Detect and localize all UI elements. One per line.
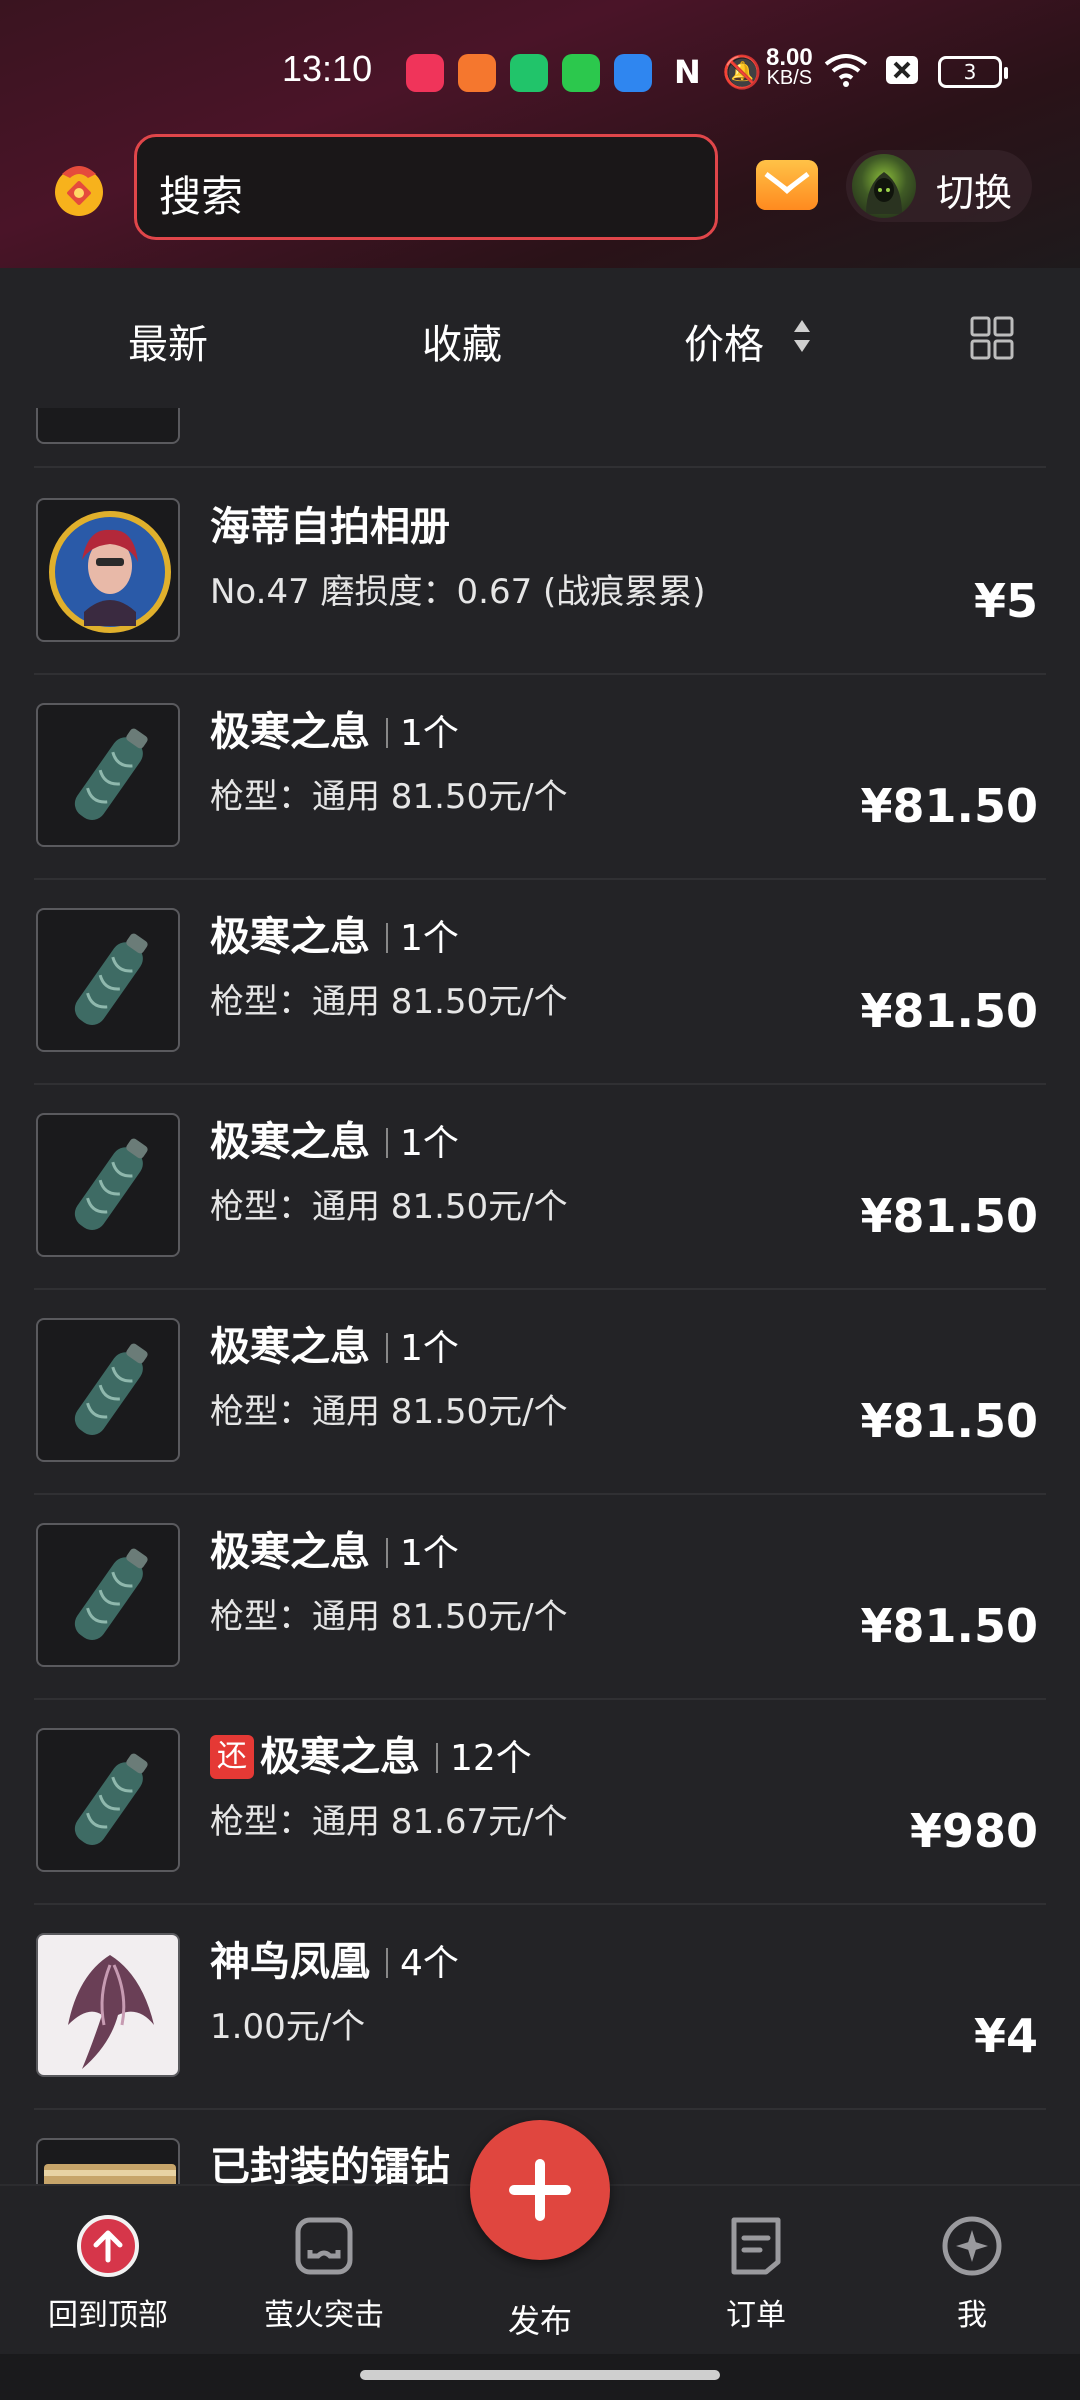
publish-label: 发布 xyxy=(507,2302,572,2340)
item-qty: 1个 xyxy=(370,713,459,754)
item-qty: 1个 xyxy=(370,1123,459,1164)
arrow-up-icon xyxy=(77,2215,139,2277)
item-subtitle: 枪型：通用 81.50元/个 xyxy=(210,1392,568,1432)
no-sim-icon xyxy=(884,52,920,97)
item-subtitle: 枪型：通用 81.67元/个 xyxy=(210,1802,568,1842)
item-qty: 12个 xyxy=(420,1738,532,1779)
list-item[interactable]: 极寒之息 1个 枪型：通用 81.50元/个 ¥81.50 xyxy=(34,1290,1046,1495)
item-subtitle: 枪型：通用 81.50元/个 xyxy=(210,1187,568,1227)
item-title: 极寒之息 1个 xyxy=(210,1529,459,1575)
item-thumbnail xyxy=(36,498,180,642)
item-thumbnail xyxy=(36,2138,180,2184)
item-thumbnail xyxy=(36,408,180,444)
gamepad-icon xyxy=(295,2217,353,2275)
item-thumbnail xyxy=(36,1318,180,1462)
mute-icon: 🔕 xyxy=(722,53,762,91)
coin-bag-icon[interactable] xyxy=(48,158,110,220)
item-qty: 4个 xyxy=(370,1943,459,1984)
item-qty: 1个 xyxy=(370,1328,459,1369)
item-subtitle: 1.00元/个 xyxy=(210,2007,366,2047)
search-input[interactable]: 搜索 xyxy=(134,134,718,240)
green-app-icon xyxy=(510,54,548,92)
home-indicator[interactable] xyxy=(360,2370,720,2380)
compass-icon xyxy=(942,2216,1002,2276)
item-price: ¥81.50 xyxy=(860,1189,1038,1243)
item-title: 海蒂自拍相册 xyxy=(210,504,450,550)
item-qty: 1个 xyxy=(370,918,459,959)
plus-icon xyxy=(509,2159,571,2221)
item-subtitle: No.47 磨损度：0.67 (战痕累累) xyxy=(210,572,706,612)
nav-game[interactable]: 萤火突击 xyxy=(244,2214,404,2334)
nfc-icon: N xyxy=(674,53,701,91)
list-item[interactable]: 极寒之息 1个 枪型：通用 81.50元/个 ¥81.50 xyxy=(34,1495,1046,1700)
list-item[interactable]: 还极寒之息 12个 枪型：通用 81.67元/个 ¥980 xyxy=(34,1700,1046,1905)
item-subtitle: 枪型：通用 81.50元/个 xyxy=(210,777,568,817)
item-price: ¥81.50 xyxy=(860,1394,1038,1448)
item-title: 极寒之息 1个 xyxy=(210,914,459,960)
battery-icon: 3 xyxy=(938,56,1008,88)
item-price: ¥81.50 xyxy=(860,779,1038,833)
nav-label: 回到顶部 xyxy=(48,2298,168,2333)
item-title: 神鸟凤凰 4个 xyxy=(210,1939,459,1985)
order-document-icon xyxy=(731,2217,781,2275)
item-title: 还极寒之息 12个 xyxy=(210,1724,532,1782)
header: 13:10 N 🔕 8.00 KB/S 3 搜索 切换 xyxy=(0,0,1080,268)
status-time: 13:10 xyxy=(282,48,373,89)
avatar xyxy=(852,154,916,218)
screen: 13:10 N 🔕 8.00 KB/S 3 搜索 切换 最新 收藏 价格 海蒂自… xyxy=(0,0,1080,2400)
item-subtitle: 枪型：通用 81.50元/个 xyxy=(210,1597,568,1637)
item-title: 极寒之息 1个 xyxy=(210,709,459,755)
nav-label: 我 xyxy=(957,2298,987,2333)
status-bar: 13:10 N 🔕 8.00 KB/S 3 xyxy=(0,40,1080,100)
nav-back-to-top[interactable]: 回到顶部 xyxy=(28,2214,188,2334)
item-price: ¥980 xyxy=(909,1804,1038,1858)
switch-account-button[interactable]: 切换 xyxy=(846,150,1032,222)
switch-label: 切换 xyxy=(936,171,1013,215)
list-item[interactable]: 极寒之息 1个 枪型：通用 81.50元/个 ¥81.50 xyxy=(34,1085,1046,1290)
nav-label: 订单 xyxy=(726,2298,786,2333)
shopping-app-icon xyxy=(562,54,600,92)
item-thumbnail xyxy=(36,1933,180,2077)
mail-icon[interactable] xyxy=(756,160,818,210)
nav-me[interactable]: 我 xyxy=(892,2214,1052,2334)
item-price: ¥5 xyxy=(973,574,1038,628)
item-qty: 1个 xyxy=(370,1533,459,1574)
item-thumbnail xyxy=(36,703,180,847)
item-thumbnail xyxy=(36,1523,180,1667)
music-app-icon xyxy=(406,54,444,92)
item-thumbnail xyxy=(36,1113,180,1257)
nav-label: 萤火突击 xyxy=(264,2298,384,2333)
item-title: 已封装的镭钻 xyxy=(210,2144,450,2184)
item-price: ¥4 xyxy=(973,2009,1038,2063)
item-title: 极寒之息 1个 xyxy=(210,1324,459,1370)
list-item[interactable]: 极寒之息 1个 枪型：通用 81.50元/个 ¥81.50 xyxy=(34,675,1046,880)
sort-price-tab[interactable]: 价格 xyxy=(684,312,764,370)
sort-favorites-tab[interactable]: 收藏 xyxy=(422,312,502,370)
search-placeholder: 搜索 xyxy=(159,172,244,221)
item-subtitle: 枪型：通用 81.50元/个 xyxy=(210,982,568,1022)
net-speed: 8.00 KB/S xyxy=(766,44,813,89)
sort-latest-tab[interactable]: 最新 xyxy=(128,312,208,370)
sort-arrows-icon[interactable] xyxy=(790,316,814,356)
list-item[interactable]: 神鸟凤凰 4个 1.00元/个 ¥4 xyxy=(34,1905,1046,2110)
item-price: ¥81.50 xyxy=(860,1599,1038,1653)
publish-button[interactable] xyxy=(470,2120,610,2260)
item-thumbnail xyxy=(36,908,180,1052)
return-badge: 还 xyxy=(210,1735,254,1779)
browser-app-icon xyxy=(614,54,652,92)
nav-orders[interactable]: 订单 xyxy=(676,2214,836,2334)
grid-view-icon[interactable] xyxy=(970,316,1014,360)
list-item[interactable]: 海蒂自拍相册 No.47 磨损度：0.67 (战痕累累) ¥5 xyxy=(34,470,1046,675)
list-item-partial[interactable] xyxy=(34,408,1046,468)
sort-bar: 最新 收藏 价格 xyxy=(0,268,1080,408)
item-title: 极寒之息 1个 xyxy=(210,1119,459,1165)
item-list: 海蒂自拍相册 No.47 磨损度：0.67 (战痕累累) ¥5 极寒之息 1个 枪… xyxy=(0,408,1080,2184)
list-item[interactable]: 极寒之息 1个 枪型：通用 81.50元/个 ¥81.50 xyxy=(34,880,1046,1085)
item-thumbnail xyxy=(36,1728,180,1872)
item-price: ¥81.50 xyxy=(860,984,1038,1038)
video-app-icon xyxy=(458,54,496,92)
wifi-icon xyxy=(824,52,868,97)
